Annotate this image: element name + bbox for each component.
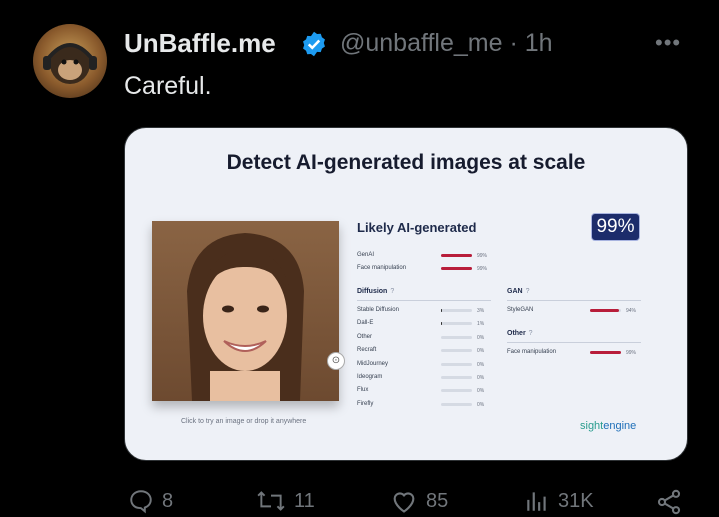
heart-icon: [393, 492, 415, 513]
help-icon[interactable]: ?: [526, 288, 530, 295]
other-row-pct: 99%: [626, 350, 637, 356]
gan-row-label: StyleGAN: [507, 307, 534, 313]
reply-count: 8: [162, 489, 174, 512]
more-options-button[interactable]: •••: [655, 30, 681, 56]
timestamp[interactable]: · 1h: [509, 29, 552, 57]
handle[interactable]: @unbaffle_me: [340, 29, 503, 57]
diffusion-row-pct: 0%: [477, 361, 485, 368]
drop-hint-text: Click to try an image or drop it anywher…: [181, 418, 307, 425]
help-icon[interactable]: ?: [390, 288, 394, 295]
share-button[interactable]: [655, 488, 691, 516]
reply-icon: [130, 490, 152, 514]
other-heading: Other?: [507, 330, 533, 337]
score-badge: 99%: [591, 213, 640, 241]
help-icon[interactable]: ?: [529, 330, 533, 337]
display-name[interactable]: UnBaffle.me: [124, 28, 276, 59]
diffusion-row-pct: 3%: [477, 308, 485, 314]
brand-part2: engine: [603, 420, 637, 432]
summary-bar: [441, 254, 472, 257]
diffusion-row-pct: 0%: [477, 375, 485, 381]
gan-heading: GAN?: [507, 288, 529, 295]
summary-bar: [441, 267, 472, 270]
likely-ai-label: Likely AI-generated: [357, 220, 477, 235]
other-row-label: Face manipulation: [507, 349, 557, 355]
brand-part1: sight: [580, 420, 604, 432]
card-title: Detect AI-generated images at scale: [226, 151, 586, 174]
other-row-bar: [590, 351, 621, 354]
handle-and-time[interactable]: @unbaffle_me · 1h: [340, 29, 553, 58]
diffusion-row-bar: [441, 389, 472, 393]
repost-count: 11: [294, 489, 315, 512]
diffusion-row-bar: [441, 335, 472, 339]
diffusion-row-label: Dall-E: [357, 320, 374, 327]
diffusion-row-label: Other: [357, 333, 373, 340]
gan-row-pct: 94%: [626, 308, 637, 314]
diffusion-row-bar: [441, 349, 472, 353]
diffusion-row-pct: 0%: [477, 388, 485, 395]
summary-bar-fill: [441, 267, 472, 270]
tweet-text: Careful.: [124, 72, 212, 100]
diffusion-row-bar: [441, 362, 472, 366]
diffusion-row-label: Stable Diffusion: [357, 307, 399, 313]
summary-pct: 99%: [477, 253, 488, 259]
gan-row-bar: [590, 309, 621, 312]
other-heading-text: Other: [507, 330, 526, 337]
share-icon: [657, 489, 681, 515]
diffusion-row-pct: 0%: [477, 334, 485, 341]
diffusion-row-bar: [441, 309, 472, 312]
diffusion-row-label: Recraft: [357, 347, 377, 354]
sightengine-logo: sightengine: [580, 420, 636, 432]
diffusion-row-bar: [441, 402, 472, 406]
repost-button[interactable]: 11: [256, 488, 315, 514]
avatar[interactable]: [33, 24, 107, 98]
divider: [507, 342, 641, 343]
diffusion-row-bar-fill: [441, 322, 443, 326]
tweet-media-image[interactable]: Detect AI-generated images at scale ⊙ Cl…: [124, 127, 688, 461]
diffusion-row-label: Ideogram: [357, 374, 383, 380]
upload-icon[interactable]: ⊙: [327, 352, 345, 370]
diffusion-row-label: Flux: [357, 387, 369, 394]
divider: [357, 300, 491, 301]
like-count: 85: [426, 489, 449, 512]
summary-label: Face manipulation: [357, 265, 407, 271]
diffusion-row-label: MidJourney: [357, 360, 389, 367]
diffusion-heading: Diffusion?: [357, 288, 394, 295]
views-count: 31K: [558, 489, 594, 512]
summary-pct: 99%: [477, 266, 488, 272]
diffusion-heading-text: Diffusion: [357, 288, 388, 295]
diffusion-row-pct: 0%: [477, 401, 485, 408]
like-button[interactable]: 85: [390, 488, 448, 514]
gan-row-bar-fill: [590, 309, 620, 312]
other-row-bar-fill: [590, 351, 621, 354]
face-photo: [152, 221, 339, 401]
views-button[interactable]: 31K: [524, 488, 594, 514]
diffusion-row-pct: 1%: [477, 321, 485, 328]
gan-heading-text: GAN: [507, 288, 523, 295]
diffusion-row-bar-fill: [441, 309, 443, 312]
diffusion-row-bar: [441, 322, 472, 326]
diffusion-row-label: Firefly: [357, 400, 374, 407]
verified-badge-icon[interactable]: [300, 30, 328, 58]
summary-label: GenAI: [357, 252, 375, 258]
diffusion-row-bar: [441, 376, 472, 379]
diffusion-row-pct: 0%: [477, 348, 485, 355]
monkey-avatar-image: [43, 43, 97, 84]
reply-button[interactable]: 8: [128, 488, 173, 514]
views-chart-icon: [527, 492, 546, 511]
summary-bar-fill: [441, 254, 472, 257]
repost-icon: [257, 491, 285, 511]
divider: [507, 300, 641, 301]
